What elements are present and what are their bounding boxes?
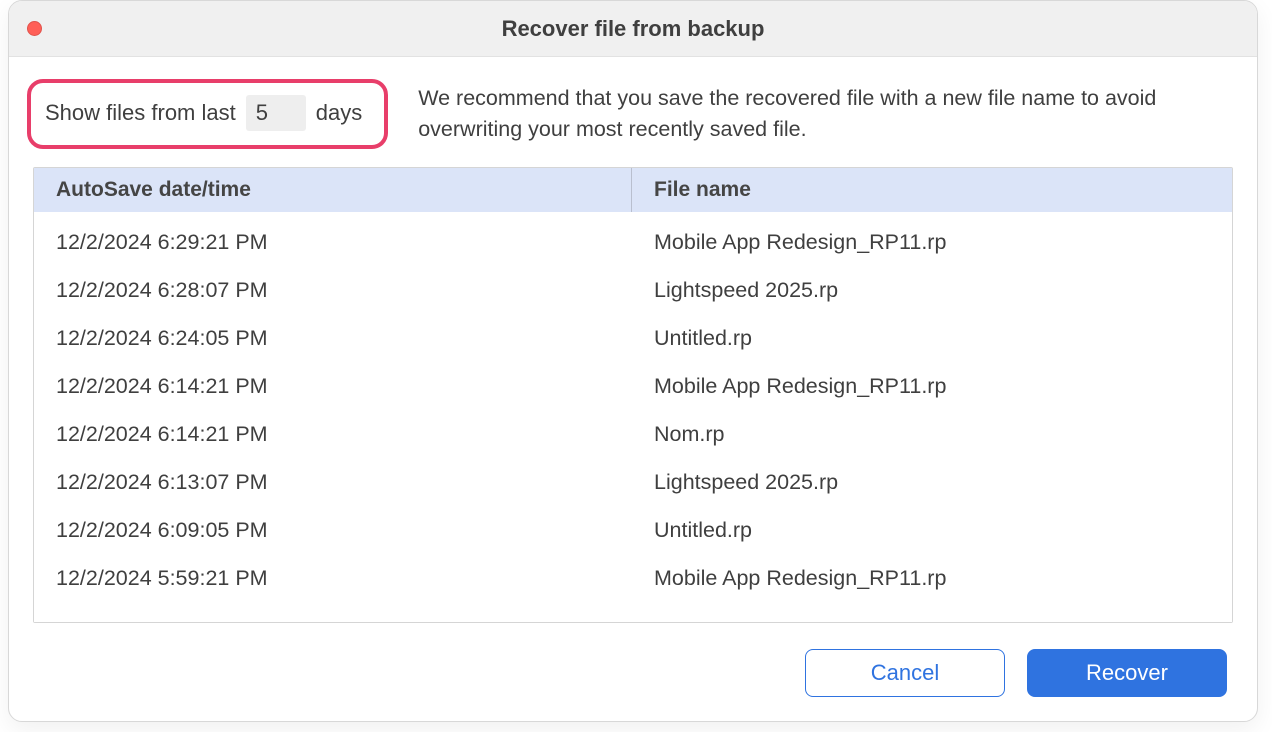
top-row: Show files from last days We recommend t… xyxy=(9,57,1257,167)
table-header-row: AutoSave date/time File name xyxy=(34,168,1232,212)
cell-filename: Untitled.rp xyxy=(632,326,1232,351)
cell-filename: Mobile App Redesign_RP11.rp xyxy=(632,230,1232,255)
cell-datetime: 12/2/2024 6:13:07 PM xyxy=(34,470,632,495)
table-row[interactable]: 12/2/2024 5:59:21 PMMobile App Redesign_… xyxy=(34,554,1232,602)
table-row[interactable]: 12/2/2024 6:29:21 PMMobile App Redesign_… xyxy=(34,218,1232,266)
cell-datetime: 12/2/2024 6:09:05 PM xyxy=(34,518,632,543)
recover-dialog: Recover file from backup Show files from… xyxy=(8,0,1258,722)
cell-filename: Lightspeed 2025.rp xyxy=(632,278,1232,303)
cell-filename: Mobile App Redesign_RP11.rp xyxy=(632,374,1232,399)
table-row[interactable]: 12/2/2024 6:24:05 PMUntitled.rp xyxy=(34,314,1232,362)
close-icon[interactable] xyxy=(27,21,42,36)
col-header-filename-label: File name xyxy=(654,178,751,201)
dialog-title: Recover file from backup xyxy=(9,16,1257,42)
cell-filename: Lightspeed 2025.rp xyxy=(632,470,1232,495)
cell-filename: Mobile App Redesign_RP11.rp xyxy=(632,566,1232,591)
cell-datetime: 12/2/2024 6:29:21 PM xyxy=(34,230,632,255)
recover-button[interactable]: Recover xyxy=(1027,649,1227,697)
col-header-filename[interactable]: File name xyxy=(632,178,1232,202)
col-header-datetime-label: AutoSave date/time xyxy=(56,178,251,202)
table-row[interactable]: 12/2/2024 6:13:07 PMLightspeed 2025.rp xyxy=(34,458,1232,506)
table-row[interactable]: 12/2/2024 6:09:05 PMUntitled.rp xyxy=(34,506,1232,554)
cell-datetime: 12/2/2024 6:14:21 PM xyxy=(34,422,632,447)
table-row[interactable]: 12/2/2024 6:14:21 PMMobile App Redesign_… xyxy=(34,362,1232,410)
days-filter-box: Show files from last days xyxy=(27,79,388,149)
cell-filename: Nom.rp xyxy=(632,422,1232,447)
backup-table: AutoSave date/time File name 12/2/2024 6… xyxy=(33,167,1233,623)
days-filter-prefix: Show files from last xyxy=(45,100,236,126)
cancel-button[interactable]: Cancel xyxy=(805,649,1005,697)
table-body: 12/2/2024 6:29:21 PMMobile App Redesign_… xyxy=(34,212,1232,622)
recommendation-text: We recommend that you save the recovered… xyxy=(418,79,1233,145)
cell-datetime: 12/2/2024 6:14:21 PM xyxy=(34,374,632,399)
days-filter-suffix: days xyxy=(316,100,362,126)
dialog-footer: Cancel Recover xyxy=(9,623,1257,697)
days-input[interactable] xyxy=(246,95,306,131)
col-header-datetime[interactable]: AutoSave date/time xyxy=(34,168,632,212)
cell-datetime: 12/2/2024 6:24:05 PM xyxy=(34,326,632,351)
table-row[interactable]: 12/2/2024 6:14:21 PMNom.rp xyxy=(34,410,1232,458)
cell-datetime: 12/2/2024 6:28:07 PM xyxy=(34,278,632,303)
table-row[interactable]: 12/2/2024 6:28:07 PMLightspeed 2025.rp xyxy=(34,266,1232,314)
titlebar: Recover file from backup xyxy=(9,1,1257,57)
cell-datetime: 12/2/2024 5:59:21 PM xyxy=(34,566,632,591)
cell-filename: Untitled.rp xyxy=(632,518,1232,543)
